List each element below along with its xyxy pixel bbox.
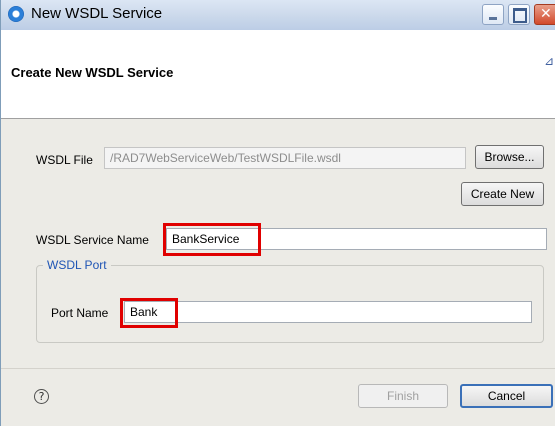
minimize-button[interactable] — [482, 4, 504, 25]
window-title: New WSDL Service — [31, 5, 163, 22]
service-name-highlight — [163, 223, 261, 256]
wsdl-file-field: /RAD7WebServiceWeb/TestWSDLFile.wsdl — [104, 147, 466, 169]
maximize-button[interactable] — [508, 4, 530, 25]
wsdl-file-label: WSDL File — [36, 153, 93, 167]
wizard-banner-icon: ⊿ — [544, 54, 555, 68]
finish-button: Finish — [358, 384, 448, 408]
create-new-button[interactable]: Create New — [461, 182, 544, 206]
help-icon[interactable]: ? — [34, 389, 49, 404]
port-name-highlight — [120, 298, 178, 328]
wsdl-service-icon — [8, 6, 24, 22]
port-name-label: Port Name — [51, 306, 109, 320]
dialog-window: New WSDL Service Create New WSDL Service… — [0, 0, 555, 426]
wizard-header: Create New WSDL Service ⊿ — [1, 30, 555, 119]
cancel-button[interactable]: Cancel — [460, 384, 553, 408]
wsdl-port-group-title: WSDL Port — [43, 258, 111, 272]
service-name-label: WSDL Service Name — [36, 233, 149, 247]
title-bar[interactable]: New WSDL Service — [1, 0, 555, 31]
page-title: Create New WSDL Service — [11, 65, 174, 80]
close-button[interactable] — [534, 4, 555, 25]
browse-button[interactable]: Browse... — [475, 145, 544, 169]
footer-separator — [1, 368, 555, 369]
port-name-field[interactable]: Bank — [124, 301, 532, 323]
